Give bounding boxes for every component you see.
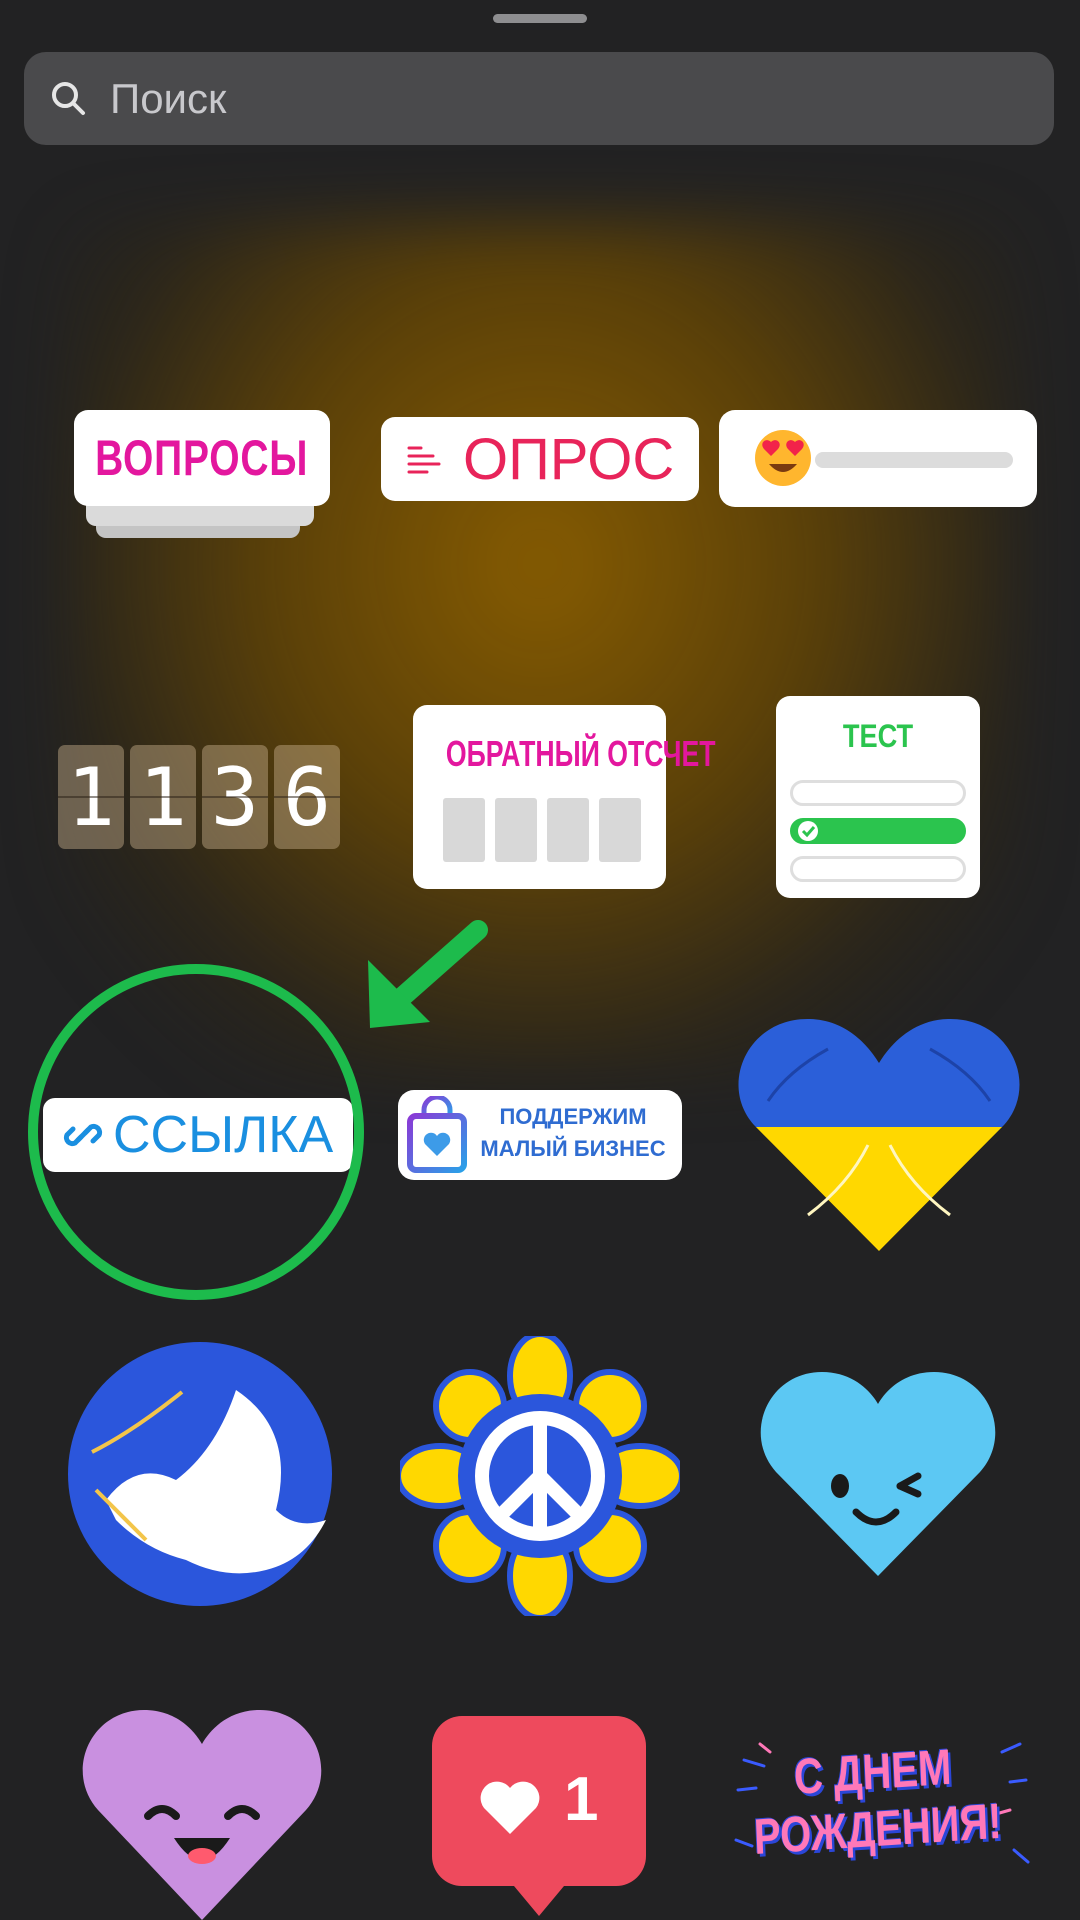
flip-digit: 1 xyxy=(58,745,124,849)
sticker-highlight-glow xyxy=(60,220,1020,1080)
check-icon xyxy=(798,821,818,841)
emoji-slider-sticker[interactable] xyxy=(719,410,1037,507)
drag-handle[interactable] xyxy=(493,14,587,23)
winking-blue-heart-sticker[interactable] xyxy=(760,1368,996,1578)
search-input[interactable] xyxy=(108,62,1012,136)
questions-sticker[interactable]: ВОПРОСЫ xyxy=(74,410,330,506)
likes-counter-sticker[interactable]: 1 xyxy=(432,1716,646,1920)
slider-track xyxy=(815,452,1013,468)
flip-clock-sticker[interactable]: 1 1 3 6 xyxy=(58,745,346,849)
poll-sticker[interactable]: ОПРОС xyxy=(381,417,699,501)
quiz-option xyxy=(790,780,966,806)
search-icon xyxy=(52,82,85,115)
countdown-sticker[interactable]: ОБРАТНЫЙ ОТСЧЕТ xyxy=(413,705,716,889)
highlight-circle xyxy=(28,964,364,1300)
dove-sticker[interactable] xyxy=(66,1340,340,1614)
shopping-bag-icon xyxy=(407,1096,467,1173)
small-business-line1: ПОДДЕРЖИМ xyxy=(499,1104,647,1129)
likes-bubble-shape xyxy=(432,1716,646,1916)
countdown-boxes xyxy=(443,798,641,862)
green-arrow-icon xyxy=(368,920,488,1028)
poll-lines-icon xyxy=(407,446,441,474)
likes-count: 1 xyxy=(564,1765,599,1834)
quiz-label: ТЕСТ xyxy=(842,718,914,754)
small-business-line2: МАЛЫЙ БИЗНЕС xyxy=(480,1136,666,1161)
questions-label: ВОПРОСЫ xyxy=(95,430,309,486)
smiling-purple-heart-sticker[interactable] xyxy=(82,1706,322,1920)
support-small-business-sticker[interactable]: ПОДДЕРЖИМ МАЛЫЙ БИЗНЕС xyxy=(398,1090,682,1180)
quiz-option xyxy=(790,856,966,882)
ukraine-heart-sticker[interactable] xyxy=(738,1015,1020,1251)
countdown-label: ОБРАТНЫЙ ОТСЧЕТ xyxy=(445,733,716,774)
quiz-option-selected xyxy=(790,818,966,844)
flip-digit: 6 xyxy=(274,745,340,849)
poll-label: ОПРОС xyxy=(463,426,675,492)
flip-digit: 3 xyxy=(202,745,268,849)
peace-sunflower-sticker[interactable] xyxy=(400,1336,680,1616)
happy-birthday-sticker[interactable]: С ДНЕМ РОЖДЕНИЯ! xyxy=(730,1730,1030,1890)
flip-digit: 1 xyxy=(130,745,196,849)
heart-eyes-emoji-icon xyxy=(755,430,811,486)
quiz-sticker[interactable]: ТЕСТ xyxy=(776,696,980,898)
